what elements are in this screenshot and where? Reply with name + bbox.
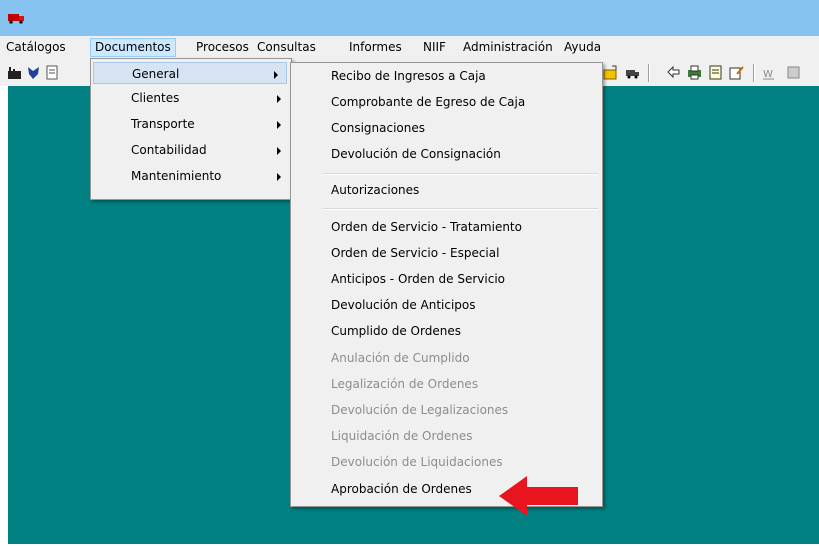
menu-item-label: Mantenimiento [131,169,222,183]
menu-item-devolucion-consignacion[interactable]: Devolución de Consignación [293,143,598,165]
menu-catalogos[interactable]: Catálogos [2,39,70,56]
title-bar [0,0,819,36]
swap-icon[interactable] [666,65,681,80]
menu-separator [323,208,598,210]
folder-new-icon[interactable] [603,65,618,80]
submenu-arrow-icon [277,173,281,181]
menu-item-transporte[interactable]: Transporte [93,113,289,135]
truck-app-icon [8,14,24,24]
menu-item-general[interactable]: General [93,62,287,84]
menu-informes[interactable]: Informes [345,39,406,56]
svg-text:W: W [763,69,773,80]
submenu-arrow-icon [277,121,281,129]
edit-icon[interactable] [729,65,744,80]
menu-item-contabilidad[interactable]: Contabilidad [93,139,289,161]
menu-item-anulacion-cumplido: Anulación de Cumplido [331,351,470,365]
menu-item-devolucion-anticipos[interactable]: Devolución de Anticipos [293,294,598,316]
menu-item-label: Contabilidad [131,143,207,157]
menu-ayuda[interactable]: Ayuda [560,39,605,56]
menu-bar: Catálogos Documentos Procesos Consultas … [0,36,819,58]
menu-consultas[interactable]: Consultas [253,39,320,56]
printer-icon[interactable] [687,65,702,80]
menu-niif[interactable]: NIIF [419,39,450,56]
general-submenu: Recibo de Ingresos a Caja Comprobante de… [290,62,603,507]
menu-item-devolucion-legalizaciones: Devolución de Legalizaciones [331,403,509,417]
menu-item-anticipos-os[interactable]: Anticipos - Orden de Servicio [293,268,598,290]
submenu-arrow-icon [277,147,281,155]
menu-item-clientes[interactable]: Clientes [93,87,289,109]
toolbar-separator [753,64,755,82]
menu-item-os-tratamiento[interactable]: Orden de Servicio - Tratamiento [293,216,598,238]
menu-item-os-especial[interactable]: Orden de Servicio - Especial [293,242,598,264]
submenu-arrow-icon [277,95,281,103]
menu-item-consignaciones[interactable]: Consignaciones [293,117,598,139]
factory-icon[interactable] [7,65,22,80]
word-icon[interactable]: W [762,65,777,80]
menu-item-recibo-ingresos[interactable]: Recibo de Ingresos a Caja [293,65,598,87]
menu-procesos[interactable]: Procesos [192,39,253,56]
submenu-arrow-icon [274,71,278,79]
menu-item-label: Clientes [131,91,180,105]
menu-item-comprobante-egreso[interactable]: Comprobante de Egreso de Caja [293,91,598,113]
menu-item-label: Transporte [131,117,195,131]
document-icon[interactable] [45,65,60,80]
documentos-dropdown: General Clientes Transporte Contabilidad… [90,58,292,200]
menu-item-devolucion-liquidaciones: Devolución de Liquidaciones [331,455,503,469]
red-arrow-icon [499,476,578,516]
truck-icon[interactable] [625,65,640,80]
menu-item-autorizaciones[interactable]: Autorizaciones [293,179,598,201]
settings-icon[interactable] [786,65,801,80]
menu-item-label: General [132,67,180,81]
menu-documentos[interactable]: Documentos [90,38,176,57]
menu-item-mantenimiento[interactable]: Mantenimiento [93,165,289,187]
menu-administracion[interactable]: Administración [459,39,557,56]
notepad-icon[interactable] [708,65,723,80]
menu-item-legalizacion-ordenes: Legalización de Ordenes [331,377,479,391]
menu-item-cumplido-ordenes[interactable]: Cumplido de Ordenes [293,320,598,342]
toolbar-separator [648,64,650,82]
shield-icon[interactable] [26,65,41,80]
menu-separator [323,173,598,175]
menu-item-liquidacion-ordenes: Liquidación de Ordenes [331,429,473,443]
